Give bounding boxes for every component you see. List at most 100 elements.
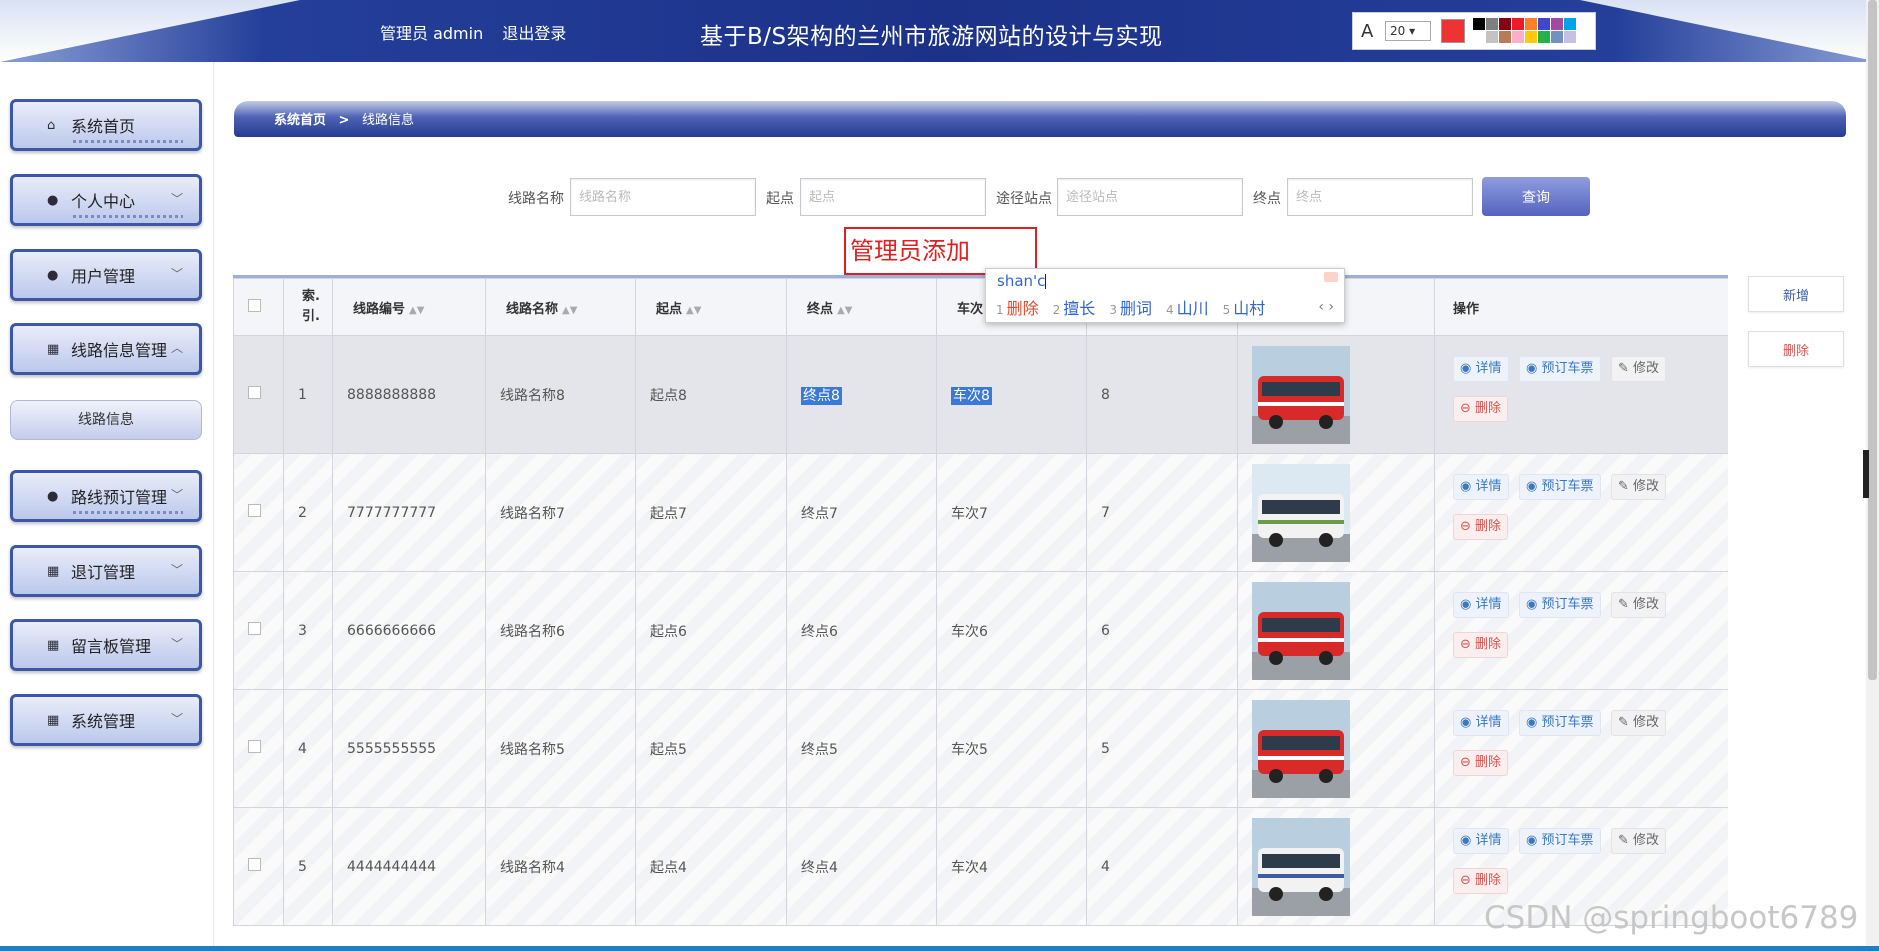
row-checkbox[interactable] — [248, 504, 261, 517]
color-swatch[interactable] — [1473, 18, 1485, 30]
sidebar-item-route-management[interactable]: ▦ 线路信息管理 ︿ — [10, 323, 202, 375]
delete-button[interactable]: ⊖ 删除 — [1453, 514, 1509, 540]
book-ticket-button[interactable]: ◉ 预订车票 — [1519, 828, 1601, 854]
sidebar-item-label: 退订管理 — [71, 563, 136, 582]
sidebar-item-booking-management[interactable]: ● 路线预订管理 ﹀ — [10, 470, 202, 522]
query-button[interactable]: 查询 — [1482, 177, 1590, 216]
sidebar-item-message-board[interactable]: ▦ 留言板管理 ﹀ — [10, 619, 202, 671]
route-name-input[interactable] — [570, 178, 756, 216]
color-swatch[interactable] — [1499, 18, 1511, 30]
edit-button[interactable]: ✎ 修改 — [1611, 356, 1667, 382]
delete-button[interactable]: ⊖ 删除 — [1453, 396, 1509, 422]
batch-delete-button[interactable]: 删除 — [1748, 331, 1844, 367]
color-swatch[interactable] — [1538, 18, 1550, 30]
route-name-header[interactable]: 线路名称 ▲▼ — [485, 278, 636, 336]
color-swatch[interactable] — [1525, 31, 1537, 43]
color-swatch[interactable] — [1538, 31, 1550, 43]
route-name-cell: 线路名称4 — [485, 807, 636, 926]
color-swatch[interactable] — [1499, 31, 1511, 43]
scrollbar-thumb[interactable] — [1868, 0, 1877, 680]
color-swatch[interactable] — [1564, 31, 1576, 43]
index-cell: 5 — [283, 807, 333, 926]
row-checkbox[interactable] — [248, 858, 261, 871]
route-no-header[interactable]: 线路编号 ▲▼ — [332, 278, 486, 336]
text-tool-icon[interactable]: A — [1361, 21, 1373, 42]
row-checkbox[interactable] — [248, 740, 261, 753]
end-cell: 终点6 — [786, 571, 937, 690]
detail-button[interactable]: ◉ 详情 — [1453, 828, 1509, 854]
train-cell: 车次7 — [936, 453, 1087, 572]
value-cell: 6 — [1086, 571, 1238, 690]
sort-icon[interactable]: ▲▼ — [562, 305, 577, 316]
ime-page-nav[interactable]: ‹ › — [1318, 299, 1334, 315]
edit-button[interactable]: ✎ 修改 — [1611, 474, 1667, 500]
book-ticket-button[interactable]: ◉ 预订车票 — [1519, 474, 1601, 500]
ime-candidate[interactable]: 4 山川 — [1166, 295, 1209, 319]
ime-candidates: 1 删除 2 擅长 3 删词 4 山川 5 山村 — [996, 295, 1265, 319]
start-input[interactable] — [800, 178, 986, 216]
ime-candidate[interactable]: 3 删词 — [1109, 295, 1152, 319]
ops-header-label: 操作 — [1453, 301, 1480, 317]
header-user-area: 管理员 admin 退出登录 — [380, 20, 580, 44]
grid-icon: ▦ — [47, 342, 60, 357]
sort-icon[interactable]: ▲▼ — [837, 305, 852, 316]
delete-button[interactable]: ⊖ 删除 — [1453, 868, 1509, 894]
user-icon: ● — [47, 193, 59, 208]
ime-candidate[interactable]: 1 删除 — [996, 295, 1039, 319]
sidebar-item-system-management[interactable]: ▦ 系统管理 ﹀ — [10, 694, 202, 746]
sidebar-item-home[interactable]: ⌂ 系统首页 — [10, 99, 202, 151]
color-swatch[interactable] — [1512, 31, 1524, 43]
select-all-cell — [233, 278, 284, 336]
start-header[interactable]: 起点 ▲▼ — [635, 278, 787, 336]
delete-button[interactable]: ⊖ 删除 — [1453, 632, 1509, 658]
color-swatch[interactable] — [1486, 18, 1498, 30]
end-input[interactable] — [1287, 178, 1473, 216]
sidebar-item-label: 系统管理 — [71, 712, 136, 731]
select-all-checkbox[interactable] — [248, 298, 261, 312]
edit-button[interactable]: ✎ 修改 — [1611, 592, 1667, 618]
start-header-label: 起点 — [656, 301, 683, 317]
end-header[interactable]: 终点 ▲▼ — [786, 278, 937, 336]
sidebar-item-refund-management[interactable]: ▦ 退订管理 ﹀ — [10, 545, 202, 597]
sidebar-item-personal-center[interactable]: ● 个人中心 ﹀ — [10, 174, 202, 226]
color-swatch[interactable] — [1525, 18, 1537, 30]
chevron-down-icon: ﹀ — [170, 488, 183, 502]
color-swatch[interactable] — [1473, 31, 1485, 43]
train-cell: 车次6 — [936, 571, 1087, 690]
via-input[interactable] — [1057, 178, 1243, 216]
sidebar-item-user-management[interactable]: ● 用户管理 ﹀ — [10, 249, 202, 301]
ime-logo-icon — [1324, 272, 1338, 282]
color-swatch[interactable] — [1486, 31, 1498, 43]
ime-candidate[interactable]: 5 山村 — [1223, 295, 1266, 319]
edit-button[interactable]: ✎ 修改 — [1611, 710, 1667, 736]
detail-button[interactable]: ◉ 详情 — [1453, 592, 1509, 618]
font-size-select[interactable]: 20 ▾ — [1385, 21, 1431, 41]
end-label: 终点 — [1253, 191, 1281, 207]
detail-button[interactable]: ◉ 详情 — [1453, 710, 1509, 736]
color-swatch[interactable] — [1512, 18, 1524, 30]
breadcrumb-home[interactable]: 系统首页 — [274, 113, 326, 128]
book-ticket-button[interactable]: ◉ 预订车票 — [1519, 592, 1601, 618]
row-select-cell — [233, 807, 284, 926]
detail-button[interactable]: ◉ 详情 — [1453, 474, 1509, 500]
book-ticket-button[interactable]: ◉ 预订车票 — [1519, 710, 1601, 736]
row-checkbox[interactable] — [248, 622, 261, 635]
color-swatch[interactable] — [1564, 18, 1576, 30]
image-cell — [1237, 335, 1435, 454]
delete-button[interactable]: ⊖ 删除 — [1453, 750, 1509, 776]
sort-icon[interactable]: ▲▼ — [686, 305, 701, 316]
color-swatch[interactable] — [1551, 31, 1563, 43]
color-swatch[interactable] — [1551, 18, 1563, 30]
detail-button[interactable]: ◉ 详情 — [1453, 356, 1509, 382]
logout-link[interactable]: 退出登录 — [502, 24, 566, 43]
ime-candidate[interactable]: 2 擅长 — [1053, 295, 1096, 319]
sidebar-subitem-route-info[interactable]: 线路信息 — [10, 400, 202, 440]
current-color-swatch[interactable] — [1441, 19, 1465, 43]
edit-button[interactable]: ✎ 修改 — [1611, 828, 1667, 854]
vertical-scrollbar[interactable] — [1863, 0, 1879, 951]
sort-icon[interactable]: ▲▼ — [409, 305, 424, 316]
book-ticket-button[interactable]: ◉ 预订车票 — [1519, 356, 1601, 382]
add-button[interactable]: 新增 — [1748, 276, 1844, 312]
row-checkbox[interactable] — [248, 386, 261, 399]
train-cell-text: 车次5 — [951, 741, 988, 758]
